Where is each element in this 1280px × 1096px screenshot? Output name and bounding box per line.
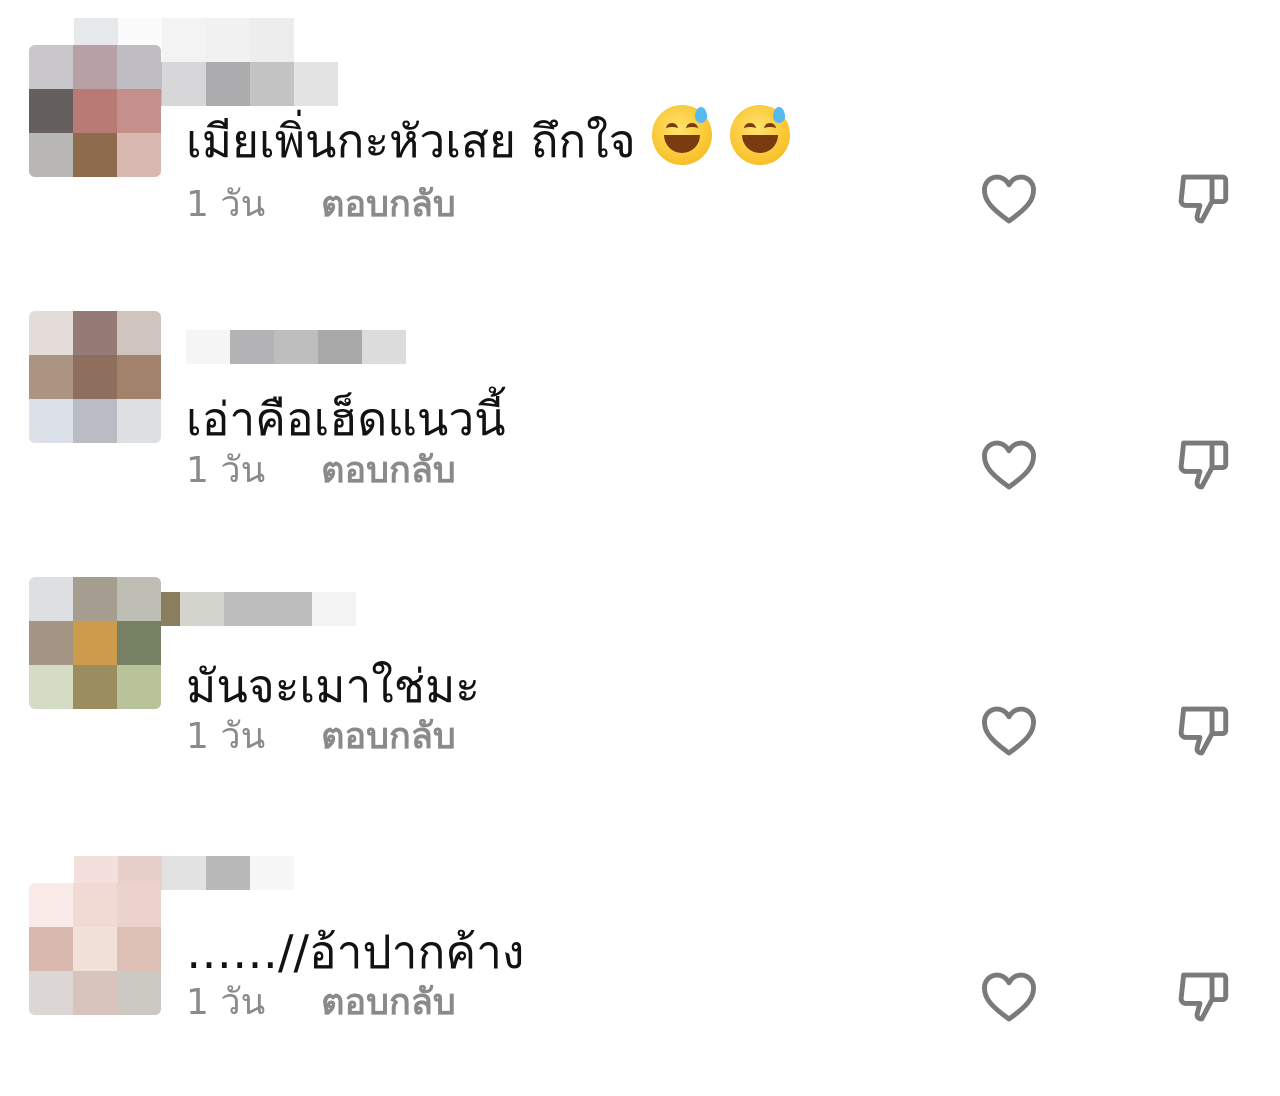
username-pixel xyxy=(230,330,274,364)
avatar-pixel xyxy=(29,665,73,709)
avatar-pixel xyxy=(29,971,73,1015)
comment-meta: 1 วัน ตอบกลับ xyxy=(186,710,456,760)
avatar-pixel xyxy=(73,399,117,443)
avatar-pixel xyxy=(73,355,117,399)
username-pixel xyxy=(274,330,318,364)
avatar-pixel xyxy=(29,89,73,133)
dislike-button[interactable] xyxy=(1172,168,1234,230)
dislike-button[interactable] xyxy=(1172,700,1234,762)
avatar[interactable] xyxy=(29,311,161,443)
avatar-pixel xyxy=(117,665,161,709)
avatar-pixel xyxy=(117,355,161,399)
comment-item: มันจะเมาใช่มะ 1 วัน ตอบกลับ xyxy=(0,532,1280,798)
avatar-pixel xyxy=(73,133,117,177)
username-pixel xyxy=(268,592,312,626)
username-pixel xyxy=(206,18,250,62)
avatar-pixel xyxy=(73,927,117,971)
thumbs-down-icon xyxy=(1178,972,1229,1022)
dislike-button[interactable] xyxy=(1172,966,1234,1028)
avatar-pixel xyxy=(73,971,117,1015)
dislike-button[interactable] xyxy=(1172,434,1234,496)
like-button[interactable] xyxy=(978,966,1040,1028)
username-pixel xyxy=(312,592,356,626)
username-pixel xyxy=(206,62,250,106)
avatar-pixel xyxy=(117,927,161,971)
thumbs-down-icon xyxy=(1178,174,1229,224)
avatar-pixel xyxy=(29,621,73,665)
heart-icon xyxy=(982,174,1036,224)
avatar-pixel xyxy=(29,577,73,621)
username-blurred[interactable] xyxy=(142,330,406,364)
username-pixel xyxy=(180,592,224,626)
comment-item: เอ่าคือเฮ็ดแนวนี้ 1 วัน ตอบกลับ xyxy=(0,266,1280,532)
thumbs-down-icon xyxy=(1178,440,1229,490)
avatar-pixel xyxy=(29,927,73,971)
thumbs-down-icon xyxy=(1178,706,1229,756)
avatar-pixel xyxy=(117,971,161,1015)
avatar-pixel xyxy=(117,89,161,133)
username-pixel xyxy=(186,330,230,364)
comment-time: 1 วัน xyxy=(186,715,266,757)
avatar-pixel xyxy=(117,311,161,355)
avatar-pixel xyxy=(29,133,73,177)
comment-meta: 1 วัน ตอบกลับ xyxy=(186,178,456,228)
like-button[interactable] xyxy=(978,168,1040,230)
comment-text: เมียเพิ่นกะหัวเสย ถึกใจ xyxy=(186,105,806,171)
avatar-pixel xyxy=(117,399,161,443)
avatar-pixel xyxy=(73,883,117,927)
username-pixel xyxy=(162,18,206,62)
comment-time: 1 วัน xyxy=(186,981,266,1023)
avatar-pixel xyxy=(117,621,161,665)
username-pixel xyxy=(318,330,362,364)
avatar[interactable] xyxy=(29,883,161,1015)
heart-icon xyxy=(982,972,1036,1022)
comment-meta: 1 วัน ตอบกลับ xyxy=(186,976,456,1026)
username-pixel xyxy=(294,62,338,106)
comment-item: ……//อ้าปากค้าง 1 วัน ตอบกลับ xyxy=(0,798,1280,1064)
avatar-pixel xyxy=(73,665,117,709)
avatar-pixel xyxy=(117,577,161,621)
avatar[interactable] xyxy=(29,45,161,177)
avatar-pixel xyxy=(73,621,117,665)
like-button[interactable] xyxy=(978,434,1040,496)
heart-icon xyxy=(982,440,1036,490)
username-pixel xyxy=(362,330,406,364)
comment-time: 1 วัน xyxy=(186,183,266,225)
username-pixel xyxy=(250,18,294,62)
comment-item: เมียเพิ่นกะหัวเสย ถึกใจ 1 วัน ตอบกลับ xyxy=(0,0,1280,266)
grinning-sweat-emoji xyxy=(652,105,713,165)
username-pixel xyxy=(250,856,294,890)
username-pixel xyxy=(224,592,268,626)
avatar-pixel xyxy=(73,311,117,355)
comment-time: 1 วัน xyxy=(186,449,266,491)
avatar-pixel xyxy=(117,133,161,177)
avatar-pixel xyxy=(117,883,161,927)
avatar-pixel xyxy=(29,311,73,355)
avatar-pixel xyxy=(29,883,73,927)
heart-icon xyxy=(982,706,1036,756)
avatar-pixel xyxy=(73,45,117,89)
avatar-pixel xyxy=(29,399,73,443)
like-button[interactable] xyxy=(978,700,1040,762)
username-pixel xyxy=(250,62,294,106)
username-pixel xyxy=(162,62,206,106)
comment-meta: 1 วัน ตอบกลับ xyxy=(186,444,456,494)
reply-button[interactable]: ตอบกลับ xyxy=(321,707,456,764)
avatar-pixel xyxy=(73,89,117,133)
username-pixel xyxy=(294,18,338,62)
reply-button[interactable]: ตอบกลับ xyxy=(321,441,456,498)
avatar-pixel xyxy=(117,45,161,89)
grinning-sweat-emoji xyxy=(730,105,791,165)
reply-button[interactable]: ตอบกลับ xyxy=(321,973,456,1030)
avatar-pixel xyxy=(29,45,73,89)
avatar[interactable] xyxy=(29,577,161,709)
reply-button[interactable]: ตอบกลับ xyxy=(321,175,456,232)
avatar-pixel xyxy=(29,355,73,399)
username-pixel xyxy=(162,856,206,890)
avatar-pixel xyxy=(73,577,117,621)
username-pixel xyxy=(206,856,250,890)
